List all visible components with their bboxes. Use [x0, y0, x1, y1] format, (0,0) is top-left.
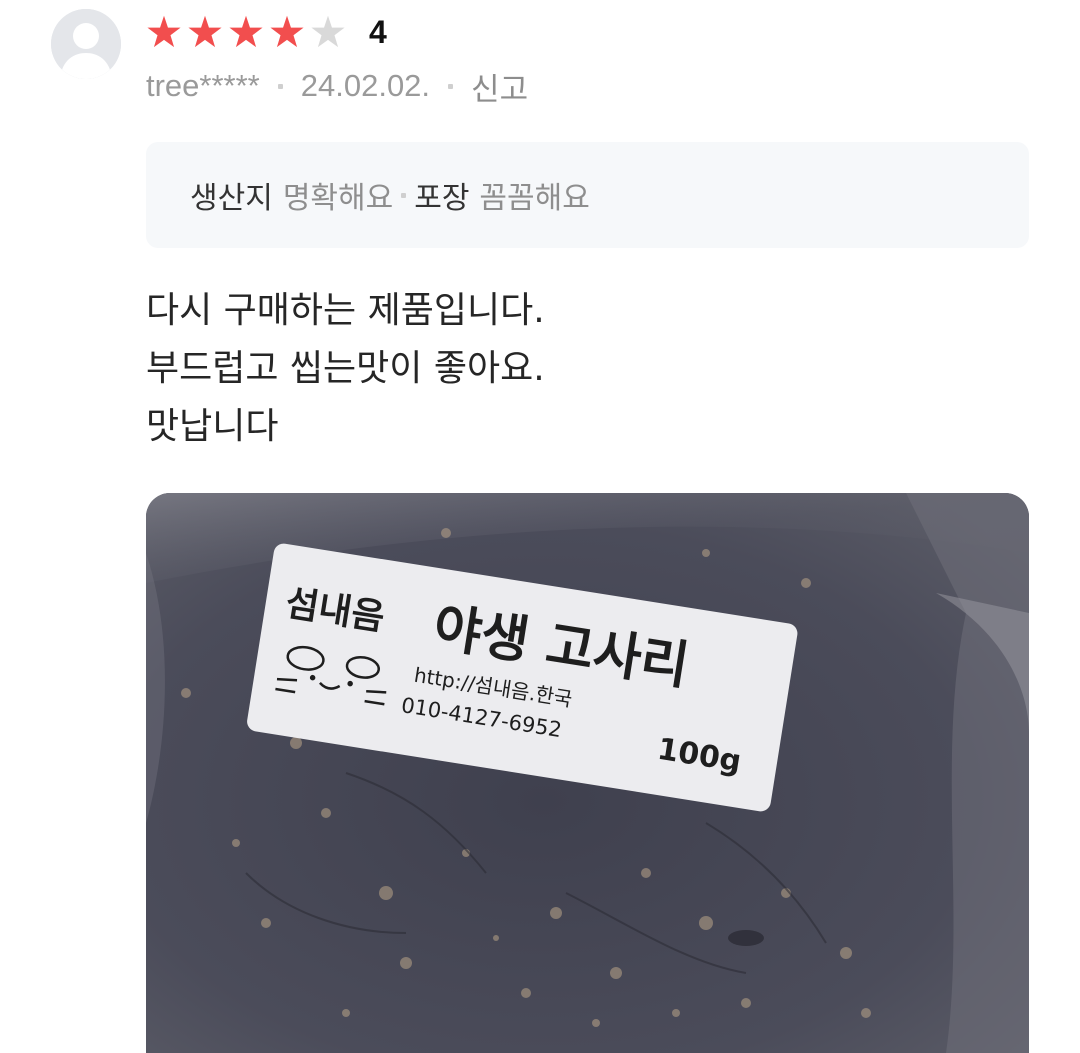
review-line: 맛납니다 [146, 406, 279, 447]
attribute-key-origin: 생산지 [190, 181, 273, 216]
review-meta: tree***** 24.02.02. 신고 [146, 64, 528, 108]
review-body: 다시 구매하는 제품입니다. 부드럽고 씹는맛이 좋아요. 맛납니다 [146, 282, 1026, 456]
report-button[interactable]: 신고 [471, 64, 528, 109]
rating-score: 4 [369, 14, 387, 50]
star-empty-icon [311, 15, 345, 48]
attribute-key-packaging: 포장 [414, 181, 470, 216]
review-attributes: 생산지 명확해요 포장 꼼꼼해요 [146, 142, 1029, 248]
separator-dot [401, 192, 407, 198]
separator-dot [448, 83, 454, 89]
star-rating: 4 [146, 10, 387, 54]
attribute-value-origin: 명확해요 [282, 181, 394, 216]
star-filled-icon [270, 15, 304, 48]
avatar [51, 9, 121, 79]
star-filled-icon [147, 15, 181, 48]
attribute-value-packaging: 꼼꼼해요 [479, 181, 590, 216]
star-filled-icon [188, 15, 222, 48]
separator-dot [277, 83, 283, 89]
review-line: 다시 구매하는 제품입니다. [146, 290, 545, 331]
star-filled-icon [229, 15, 263, 48]
user-avatar-icon [51, 9, 121, 79]
review-line: 부드럽고 씹는맛이 좋아요. [146, 348, 545, 389]
author-name: tree***** [146, 68, 260, 103]
review-date: 24.02.02. [300, 68, 431, 103]
review-photo[interactable]: 섬내음 야생 고사리 http://섬내음.한국 010-4127-6952 1… [146, 493, 1029, 1053]
stars [146, 14, 351, 50]
product-photo-image: 섬내음 야생 고사리 http://섬내음.한국 010-4127-6952 1… [146, 493, 1029, 1053]
